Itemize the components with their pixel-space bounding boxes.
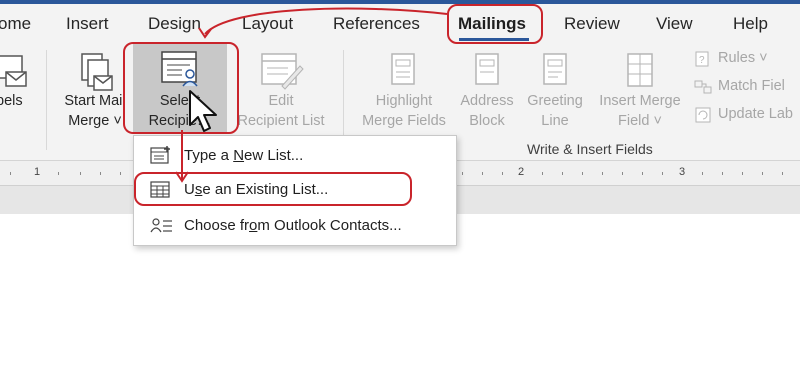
annotation-arrows <box>175 7 448 183</box>
mouse-cursor-icon <box>188 89 222 140</box>
